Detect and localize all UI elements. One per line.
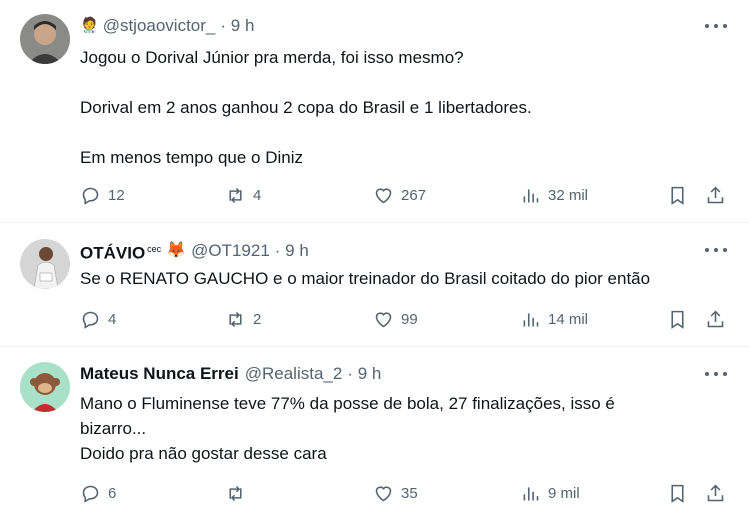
views-button[interactable]: 14 mil <box>520 308 588 330</box>
tweet-text: Mano o Fluminense teve 77% da posse de b… <box>80 391 615 466</box>
tweet-line: Se o RENATO GAUCHO e o maior treinador d… <box>80 269 651 288</box>
timestamp[interactable]: · 9 h <box>220 15 254 37</box>
reply-button[interactable]: 4 <box>80 308 116 330</box>
like-button[interactable]: 99 <box>373 308 418 330</box>
tweet-line <box>80 120 532 145</box>
bookmark-button[interactable] <box>667 482 688 504</box>
user-handle[interactable]: @Realista_2 <box>245 363 343 385</box>
bookmark-button[interactable] <box>667 308 688 330</box>
user-handle[interactable]: @OT1921 <box>191 240 270 262</box>
timestamp[interactable]: · 9 h <box>275 240 309 262</box>
tweet-header: 🧑‍⚕️ @stjoaovictor_ · 9 h <box>80 15 254 37</box>
repost-button[interactable]: 4 <box>225 184 261 206</box>
user-handle[interactable]: @stjoaovictor_ <box>103 15 216 37</box>
views-count: 32 mil <box>548 186 589 204</box>
share-icon <box>707 310 724 327</box>
share-button[interactable] <box>705 308 726 330</box>
avatar[interactable] <box>20 239 70 289</box>
action-bar: 4 2 99 14 mil <box>80 308 730 330</box>
fox-emoji: 🦊 <box>166 242 187 260</box>
timestamp[interactable]: · 9 h <box>347 363 381 385</box>
share-icon <box>707 186 724 203</box>
tweet[interactable]: Mateus Nunca Errei @Realista_2 · 9 h Man… <box>0 347 749 514</box>
views-icon <box>523 312 539 326</box>
bookmark-icon <box>671 186 684 205</box>
display-name[interactable]: Mateus Nunca Errei <box>80 363 239 385</box>
tweet-header: OTÁVIO cec 🦊 @OT1921 · 9 h <box>80 238 309 265</box>
views-icon <box>523 188 539 202</box>
action-bar: 12 4 267 32 mil <box>80 184 730 206</box>
tweet[interactable]: OTÁVIO cec 🦊 @OT1921 · 9 h Se o RENATO GA… <box>0 223 749 347</box>
name-superscript: cec <box>147 244 162 254</box>
views-button[interactable]: 9 mil <box>520 482 580 504</box>
avatar[interactable] <box>20 14 70 64</box>
reply-button[interactable]: 6 <box>80 482 116 504</box>
reply-icon <box>82 311 99 329</box>
repost-count: 2 <box>253 310 262 328</box>
more-icon[interactable] <box>705 245 727 255</box>
like-count: 99 <box>401 310 418 328</box>
tweet-line: bizarro... <box>80 419 147 438</box>
reply-icon <box>82 485 99 503</box>
views-count: 14 mil <box>548 310 589 328</box>
reply-count: 4 <box>108 310 117 328</box>
repost-button[interactable] <box>225 482 253 504</box>
repost-icon <box>229 187 242 203</box>
like-button[interactable]: 35 <box>373 482 418 504</box>
tweet-line: Em menos tempo que o Diniz <box>80 148 303 167</box>
tweet-text: Se o RENATO GAUCHO e o maior treinador d… <box>80 266 650 291</box>
views-count: 9 mil <box>548 484 580 502</box>
tweet-line: Doido pra não gostar desse cara <box>80 444 327 463</box>
tweet-text: Jogou o Dorival Júnior pra merda, foi is… <box>80 45 532 170</box>
reply-button[interactable]: 12 <box>80 184 125 206</box>
share-button[interactable] <box>705 184 726 206</box>
like-count: 267 <box>401 186 427 204</box>
bookmark-button[interactable] <box>667 184 688 206</box>
share-icon <box>707 484 724 501</box>
like-button[interactable]: 267 <box>373 184 426 206</box>
repost-icon <box>229 311 242 327</box>
repost-count: 4 <box>253 186 262 204</box>
reply-count: 6 <box>108 484 117 502</box>
more-icon[interactable] <box>705 21 727 31</box>
bookmark-icon <box>671 484 684 503</box>
tweet-line: Mano o Fluminense teve 77% da posse de b… <box>80 394 615 413</box>
repost-icon <box>229 485 242 501</box>
like-icon <box>375 485 392 501</box>
like-icon <box>375 311 392 327</box>
views-button[interactable]: 32 mil <box>520 184 588 206</box>
tweet[interactable]: 🧑‍⚕️ @stjoaovictor_ · 9 h Jogou o Doriva… <box>0 0 749 223</box>
avatar[interactable] <box>20 362 70 412</box>
more-icon[interactable] <box>705 369 727 379</box>
reply-icon <box>82 187 99 205</box>
display-name-text: OTÁVIO <box>80 243 146 263</box>
like-count: 35 <box>401 484 418 502</box>
tweet-line: Jogou o Dorival Júnior pra merda, foi is… <box>80 48 464 67</box>
repost-button[interactable]: 2 <box>225 308 261 330</box>
reply-count: 12 <box>108 186 125 204</box>
emoji-badge: 🧑‍⚕️ <box>80 17 99 34</box>
tweet-header: Mateus Nunca Errei @Realista_2 · 9 h <box>80 363 381 385</box>
tweet-line: Dorival em 2 anos ganhou 2 copa do Brasi… <box>80 98 532 117</box>
share-button[interactable] <box>705 482 726 504</box>
tweet-line <box>80 70 532 95</box>
like-icon <box>375 187 392 203</box>
action-bar: 6 35 9 mil <box>80 482 730 504</box>
views-icon <box>523 486 539 500</box>
bookmark-icon <box>671 310 684 329</box>
display-name[interactable]: OTÁVIO cec <box>80 238 161 265</box>
